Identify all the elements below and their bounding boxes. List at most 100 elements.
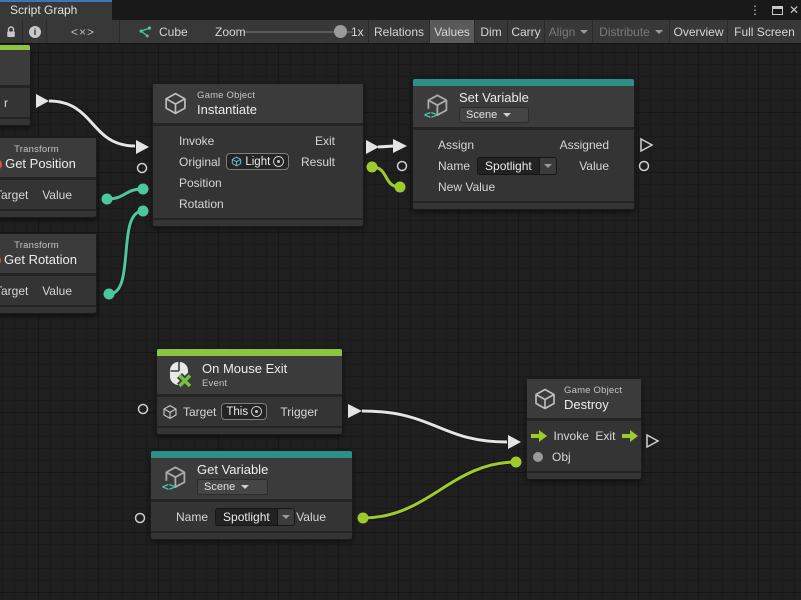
gameobject-cube-icon (231, 156, 242, 167)
node-category: Game Object (564, 385, 622, 396)
node-title: Instantiate (197, 102, 257, 117)
wire-getposition-to-position[interactable] (107, 189, 143, 199)
overview-button[interactable]: Overview (670, 20, 728, 43)
obj-port-dot-icon[interactable] (533, 452, 543, 462)
getvariable-name-port[interactable] (136, 514, 145, 523)
node-instantiate[interactable]: Game Object Instantiate Invoke Exit Orig… (152, 83, 364, 227)
setvariable-name-port[interactable] (398, 162, 407, 171)
variable-color-bar (151, 451, 352, 458)
graph-canvas[interactable]: r Transform Get Position Target Value (0, 44, 801, 600)
zoom-slider-handle[interactable] (334, 25, 347, 38)
node-title: Get Rotation (4, 252, 77, 267)
node-subtitle: Event (202, 378, 287, 389)
dropdown-arrow (277, 509, 294, 525)
instantiate-rotation-port[interactable] (138, 206, 149, 217)
wire-shadow (363, 462, 516, 518)
invoke-port-arrow-icon[interactable] (531, 430, 547, 442)
variable-name-dropdown[interactable]: Spotlight (215, 508, 295, 526)
object-picker-icon[interactable] (273, 156, 284, 167)
event-color-bar (157, 349, 342, 356)
cube-icon (162, 404, 178, 420)
port-row: Invoke Exit (153, 130, 363, 151)
node-header: On Mouse Exit Event (157, 356, 342, 397)
wire-getvariable-to-obj[interactable] (363, 462, 516, 518)
exit-port-arrow-icon[interactable] (622, 430, 638, 442)
mouseexit-trigger-port[interactable] (348, 404, 362, 418)
lock-button[interactable] (0, 20, 23, 43)
node-get-rotation[interactable]: Transform Get Rotation Target Value (0, 233, 97, 314)
event-trigger-port[interactable] (36, 94, 49, 108)
wire-trigger-to-invoke[interactable] (362, 411, 507, 442)
node-get-position[interactable]: Transform Get Position Target Value (0, 137, 97, 218)
align-button[interactable]: Align (545, 20, 593, 43)
setvariable-value-port[interactable] (640, 162, 649, 171)
carry-button[interactable]: Carry (508, 20, 545, 43)
code-view-button[interactable]: <×> (47, 20, 120, 43)
variable-icon: <> (423, 93, 450, 121)
node-category: Transform (14, 240, 59, 251)
instantiate-exit-port[interactable] (366, 140, 379, 154)
variable-scope-dropdown[interactable]: Scene (459, 107, 529, 123)
node-title: Get Position (5, 156, 76, 171)
maximize-icon[interactable] (772, 0, 783, 20)
chevron-down-icon (580, 30, 588, 34)
wire-getrotation-to-rotation[interactable] (109, 211, 143, 294)
port-row: Name Spotlight Value (413, 155, 634, 176)
instantiate-position-port[interactable] (138, 184, 149, 195)
port-row: Target Value (0, 184, 96, 205)
tab-script-graph[interactable]: Script Graph (0, 0, 112, 20)
setvariable-assign-port[interactable] (393, 139, 407, 153)
getposition-value-port[interactable] (102, 194, 113, 205)
target-object-field[interactable]: This (221, 403, 267, 420)
node-partial-event[interactable]: r (0, 44, 31, 126)
port-row: r (0, 92, 30, 113)
relations-button[interactable]: Relations (368, 20, 430, 43)
info-button[interactable]: i (23, 20, 47, 43)
setvariable-newvalue-port[interactable] (395, 182, 406, 193)
titlebar: Script Graph ⋮ ✕ (0, 0, 801, 20)
exit-port-label: Exit (595, 429, 615, 443)
svg-text:<>: <> (162, 479, 176, 492)
instantiate-result-port[interactable] (367, 162, 378, 173)
dim-button[interactable]: Dim (475, 20, 508, 43)
cube-icon (533, 387, 557, 411)
fullscreen-button[interactable]: Full Screen (728, 20, 801, 43)
destroy-obj-port[interactable] (511, 457, 522, 468)
window-menu-icon[interactable]: ⋮ (749, 0, 761, 20)
destroy-invoke-wire-arrow[interactable] (508, 435, 521, 449)
chevron-down-icon (241, 485, 249, 489)
node-set-variable[interactable]: <> Set Variable Scene Assign Assigned Na… (412, 78, 635, 210)
object-picker-icon[interactable] (251, 406, 262, 417)
getrotation-value-port[interactable] (104, 289, 115, 300)
variable-name-dropdown[interactable]: Spotlight (477, 157, 557, 175)
setvariable-assigned-port[interactable] (641, 139, 652, 151)
invoke-port-label: Invoke (554, 429, 589, 443)
variable-color-bar (413, 79, 634, 86)
info-icon: i (28, 25, 42, 39)
port-row: Rotation (153, 193, 363, 214)
wire-exit-to-assign[interactable] (378, 146, 394, 147)
port-row: Assign Assigned (413, 134, 634, 155)
instantiate-invoke-port[interactable] (136, 140, 149, 154)
graph-breadcrumb[interactable]: Cube (138, 20, 188, 43)
dropdown-arrow (539, 158, 556, 174)
close-icon[interactable]: ✕ (789, 0, 799, 20)
mouseexit-target-port[interactable] (139, 405, 148, 414)
getvariable-value-port[interactable] (358, 513, 369, 524)
node-destroy[interactable]: Game Object Destroy Invoke Exit Obj (526, 378, 642, 480)
wire-result-to-newvalue[interactable] (372, 167, 400, 187)
original-object-field[interactable]: Light (226, 153, 289, 170)
node-footer (527, 471, 641, 479)
variable-scope-dropdown[interactable]: Scene (197, 479, 268, 495)
distribute-button[interactable]: Distribute (593, 20, 670, 43)
node-header: Game Object Instantiate (153, 84, 363, 126)
value-port-label: Value (42, 284, 72, 298)
name-port-label: Name (438, 159, 470, 173)
node-on-mouse-exit[interactable]: On Mouse Exit Event Target This Trigger (156, 348, 343, 435)
port-row: Invoke Exit (527, 425, 641, 446)
values-button[interactable]: Values (430, 20, 475, 43)
wires-layer (0, 44, 801, 600)
node-get-variable[interactable]: <> Get Variable Scene Name Spotlight (150, 450, 353, 540)
instantiate-original-port[interactable] (138, 164, 147, 173)
destroy-exit-port[interactable] (647, 435, 658, 447)
